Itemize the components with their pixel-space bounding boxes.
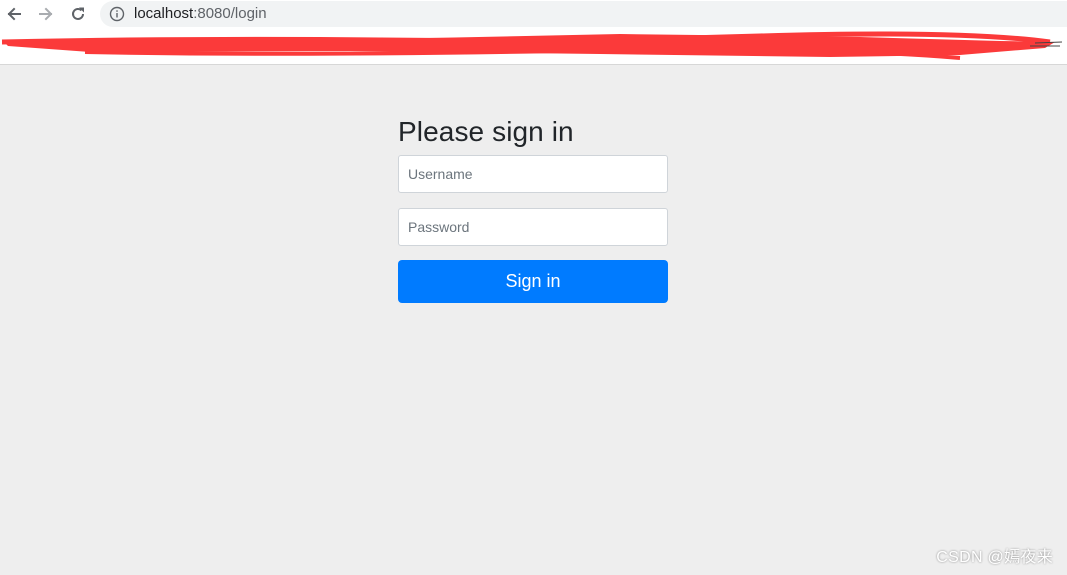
url-path: :8080/login	[193, 5, 267, 22]
back-button[interactable]	[3, 3, 25, 25]
reload-icon	[72, 7, 84, 20]
reload-button[interactable]	[67, 3, 89, 25]
arrow-left-icon	[7, 7, 21, 21]
address-bar[interactable]: localhost:8080/login	[100, 1, 1067, 27]
url-host: localhost	[134, 5, 194, 22]
password-field[interactable]	[398, 208, 668, 246]
signin-button[interactable]: Sign in	[398, 260, 668, 303]
url-text[interactable]: localhost:8080/login	[134, 1, 267, 27]
login-page: Please sign in Sign in CSDN @嫣夜来	[0, 65, 1067, 575]
signin-heading: Please sign in	[398, 116, 574, 147]
browser-toolbar: localhost:8080/login	[0, 0, 1067, 28]
arrow-right-icon	[39, 7, 53, 21]
signin-form: Please sign in Sign in	[398, 114, 668, 303]
username-field[interactable]	[398, 155, 668, 193]
info-icon[interactable]	[109, 6, 125, 22]
bookmarks-bar	[0, 28, 1067, 65]
forward-button[interactable]	[35, 3, 57, 25]
watermark: CSDN @嫣夜来	[936, 549, 1053, 566]
redaction-scribble	[1, 31, 1063, 60]
